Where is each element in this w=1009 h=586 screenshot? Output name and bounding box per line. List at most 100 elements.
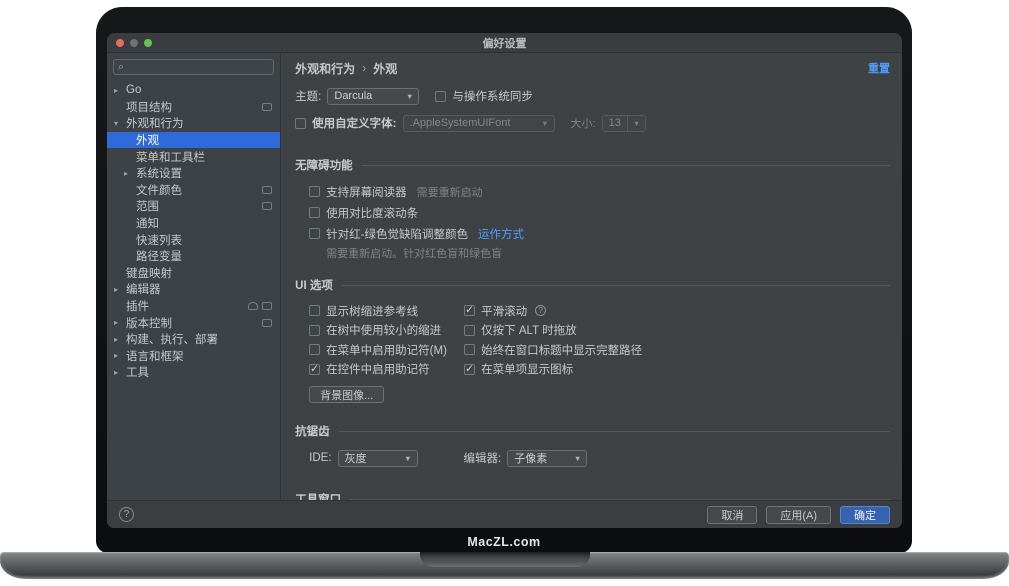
smooth-scrolling-checkbox[interactable]: 平滑滚动	[464, 303, 527, 319]
sidebar-item-project-structure[interactable]: 项目结构	[107, 99, 280, 116]
ide-aa-select[interactable]: 灰度 ▼	[338, 450, 418, 467]
sidebar-item-notifications[interactable]: 通知	[107, 215, 280, 232]
chevron-down-icon: ▼	[633, 119, 640, 128]
section-divider	[338, 431, 890, 432]
apply-button[interactable]: 应用(A)	[766, 506, 831, 524]
sidebar-item-go[interactable]: ▸Go	[107, 82, 280, 99]
checkbox-box	[309, 186, 320, 197]
cancel-button[interactable]: 取消	[707, 506, 757, 524]
sidebar-item-system-settings[interactable]: ▸系统设置	[107, 165, 280, 182]
screen-reader-row: 支持屏幕阅读器 需要重新启动	[295, 182, 890, 201]
chevron-down-icon[interactable]: ▾	[114, 119, 126, 128]
zoom-button[interactable]	[144, 39, 152, 47]
contrast-scrollbars-checkbox[interactable]: 使用对比度滚动条	[309, 205, 418, 221]
window-titlebar: 偏好设置	[107, 33, 902, 53]
section-ui-options: UI 选项	[295, 277, 890, 293]
menu-icons-checkbox[interactable]: 在菜单项显示图标	[464, 361, 573, 377]
color-adjust-row: 针对红-绿色觉缺陷调整颜色 运作方式	[295, 224, 890, 243]
section-divider	[341, 285, 890, 286]
chevron-down-icon: ▼	[404, 454, 411, 463]
custom-font-row: 使用自定义字体: .AppleSystemUIFont ▼ 大小: 13 ▼	[295, 114, 890, 132]
editor-aa-select[interactable]: 子像素 ▼	[507, 450, 587, 467]
plugin-badge-icon	[248, 302, 258, 310]
sidebar-item-plugins[interactable]: 插件	[107, 298, 280, 315]
checkbox-box	[309, 228, 320, 239]
color-adjust-hint: 需要重新启动。针对红色盲和绿色盲	[295, 245, 890, 261]
sidebar-item-quick-lists[interactable]: 快速列表	[107, 231, 280, 248]
section-antialiasing: 抗锯齿	[295, 423, 890, 439]
close-button[interactable]	[116, 39, 124, 47]
sidebar-item-build-execution-deployment[interactable]: ▸构建、执行、部署	[107, 331, 280, 348]
shared-settings-icon	[262, 186, 272, 194]
chevron-right-icon[interactable]: ▸	[114, 368, 126, 377]
device-brand-label: MacZL.com	[96, 535, 912, 549]
font-family-select[interactable]: .AppleSystemUIFont ▼	[403, 115, 555, 132]
sidebar-item-scopes[interactable]: 范围	[107, 198, 280, 215]
theme-row: 主题: Darcula ▼ 与操作系统同步	[295, 87, 890, 105]
laptop-screen-bezel: MacZL.com 偏好设置 ⌕ ▸Go 项目结构 ▾外观和行为	[96, 7, 912, 553]
chevron-right-icon[interactable]: ▸	[114, 285, 126, 294]
help-button[interactable]: ?	[119, 507, 134, 522]
chevron-down-icon: ▼	[406, 92, 413, 101]
font-size-select[interactable]: 13 ▼	[602, 115, 646, 132]
shared-settings-icon	[262, 202, 272, 210]
sidebar-item-keymap[interactable]: 键盘映射	[107, 265, 280, 282]
control-mnemonics-checkbox[interactable]: 在控件中启用助记符	[309, 361, 430, 377]
settings-tree: ▸Go 项目结构 ▾外观和行为 外观 菜单和工具栏 ▸系统设置 文件颜色 范围 …	[107, 82, 280, 381]
sidebar-item-tools[interactable]: ▸工具	[107, 364, 280, 381]
sidebar-item-version-control[interactable]: ▸版本控制	[107, 314, 280, 331]
sidebar-search[interactable]: ⌕	[113, 59, 274, 75]
custom-font-checkbox[interactable]: 使用自定义字体:	[295, 115, 396, 131]
chevron-right-icon[interactable]: ▸	[124, 169, 136, 178]
checkbox-box	[435, 91, 446, 102]
breadcrumb-parent[interactable]: 外观和行为	[295, 60, 355, 77]
chevron-down-icon: ▼	[574, 454, 581, 463]
how-it-works-link[interactable]: 运作方式	[478, 226, 524, 242]
settings-main-panel: 外观和行为 › 外观 重置 主题: Darcula ▼ 与操作系统同步	[281, 53, 902, 500]
ui-options-grid: 显示树缩进参考线 平滑滚动? 在树中使用较小的缩进 仅按下 ALT 时拖放 在菜…	[295, 301, 890, 379]
color-adjust-checkbox[interactable]: 针对红-绿色觉缺陷调整颜色	[309, 226, 468, 242]
dialog-footer: ? 取消 应用(A) 确定	[107, 500, 902, 528]
screen-reader-checkbox[interactable]: 支持屏幕阅读器	[309, 184, 407, 200]
shared-settings-icon	[262, 302, 272, 310]
window-body: ⌕ ▸Go 项目结构 ▾外观和行为 外观 菜单和工具栏 ▸系统设置 文件颜色 范…	[107, 53, 902, 500]
alt-drag-checkbox[interactable]: 仅按下 ALT 时拖放	[464, 322, 576, 338]
tree-indent-guides-checkbox[interactable]: 显示树缩进参考线	[309, 303, 418, 319]
sidebar-item-menus-toolbars[interactable]: 菜单和工具栏	[107, 148, 280, 165]
sync-os-checkbox[interactable]: 与操作系统同步	[435, 88, 533, 104]
sidebar-item-editor[interactable]: ▸编辑器	[107, 281, 280, 298]
sidebar-item-appearance-behavior[interactable]: ▾外观和行为	[107, 115, 280, 132]
sidebar-item-appearance[interactable]: 外观	[107, 132, 280, 149]
window-title: 偏好设置	[483, 35, 527, 51]
checkbox-box	[309, 207, 320, 218]
traffic-lights	[116, 39, 152, 47]
menu-mnemonics-checkbox[interactable]: 在菜单中启用助记符(M)	[309, 342, 447, 358]
breadcrumb-separator: ›	[362, 61, 366, 75]
full-path-title-checkbox[interactable]: 始终在窗口标题中显示完整路径	[464, 342, 642, 358]
chevron-right-icon[interactable]: ▸	[114, 335, 126, 344]
breadcrumb-current: 外观	[373, 60, 397, 77]
sidebar-item-file-colors[interactable]: 文件颜色	[107, 182, 280, 199]
minimize-button[interactable]	[130, 39, 138, 47]
ok-button[interactable]: 确定	[840, 506, 890, 524]
reset-link[interactable]: 重置	[868, 60, 890, 76]
restart-hint: 需要重新启动	[417, 184, 483, 200]
laptop-lid-notch	[420, 552, 590, 567]
background-image-button[interactable]: 背景图像...	[309, 386, 384, 403]
theme-label: 主题:	[295, 88, 321, 104]
theme-select[interactable]: Darcula ▼	[327, 88, 419, 105]
chevron-right-icon[interactable]: ▸	[114, 86, 126, 95]
help-icon[interactable]: ?	[535, 305, 546, 316]
chevron-right-icon[interactable]: ▸	[114, 318, 126, 327]
chevron-right-icon[interactable]: ▸	[114, 351, 126, 360]
section-accessibility: 无障碍功能	[295, 157, 890, 173]
sidebar-item-languages-frameworks[interactable]: ▸语言和框架	[107, 348, 280, 365]
section-divider	[361, 165, 890, 166]
section-tool-windows: 工具窗口	[295, 491, 890, 500]
search-input[interactable]	[127, 61, 269, 73]
sidebar-item-path-variables[interactable]: 路径变量	[107, 248, 280, 265]
chevron-down-icon: ▼	[541, 119, 548, 128]
smaller-tree-indent-checkbox[interactable]: 在树中使用较小的缩进	[309, 322, 441, 338]
preferences-window: 偏好设置 ⌕ ▸Go 项目结构 ▾外观和行为 外观 菜单和工具栏 ▸系统设置 文…	[107, 33, 902, 528]
shared-settings-icon	[262, 103, 272, 111]
